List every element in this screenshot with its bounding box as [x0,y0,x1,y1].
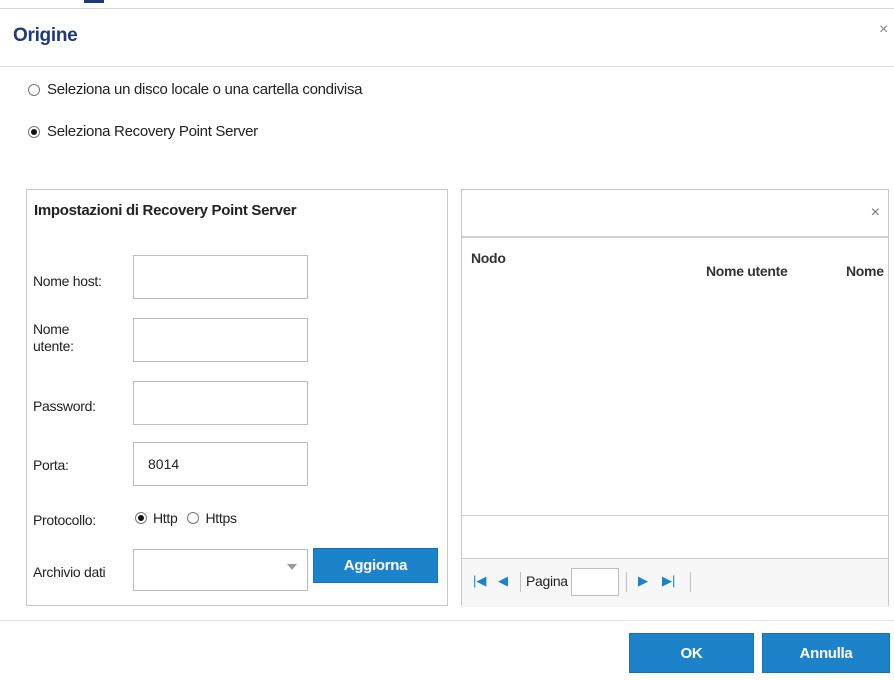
grid-body [462,298,888,514]
radio-https[interactable] [187,512,200,524]
top-strip-mark [84,0,104,3]
page-label: Pagina [526,573,568,589]
option-rps[interactable]: Seleziona Recovery Point Server [28,123,258,140]
https-label: Https [205,510,237,526]
user-label-line1: Nome [33,321,70,337]
node-grid-panel: × Nodo Nome utente Nome |◀ ◀ Pagina ▶ ▶| [461,189,889,607]
user-label-line2: utente: [33,338,74,354]
column-header-node[interactable]: Nodo [471,250,506,266]
option-local-disk[interactable]: Seleziona un disco locale o una cartella… [28,81,363,98]
grid-header: Nodo Nome utente Nome [462,238,888,299]
host-label: Nome host: [33,273,102,289]
radio-local-disk[interactable] [28,83,40,96]
radio-rps[interactable] [28,125,40,138]
close-icon[interactable]: × [879,21,888,39]
datastore-label: Archivio dati [33,564,106,580]
pager-divider [520,572,521,592]
column-header-name[interactable]: Nome [846,263,884,279]
top-strip [0,0,894,9]
option-local-disk-label: Seleziona un disco locale o una cartella… [47,81,363,98]
host-input[interactable] [133,255,308,299]
user-input[interactable] [133,318,308,362]
protocol-label: Protocollo: [33,512,96,528]
user-label: Nome utente: [33,321,74,355]
ok-button[interactable]: OK [629,633,754,673]
column-header-username[interactable]: Nome utente [706,263,788,279]
first-page-icon[interactable]: |◀ [473,573,486,589]
pager-divider [626,572,627,592]
page-input[interactable] [571,568,619,596]
footer-divider [0,620,894,621]
radio-http[interactable] [135,512,147,524]
rps-settings-panel: Impostazioni di Recovery Point Server No… [26,189,448,606]
chevron-down-icon[interactable] [287,564,297,570]
dialog-titlebar: Origine × [0,9,894,67]
option-rps-label: Seleziona Recovery Point Server [47,123,258,140]
last-page-icon[interactable]: ▶| [662,573,675,589]
clear-search-icon[interactable]: × [871,204,880,222]
password-input[interactable] [133,381,308,425]
pager-divider [690,572,691,592]
next-page-icon[interactable]: ▶ [638,573,648,589]
prev-page-icon[interactable]: ◀ [498,573,508,589]
node-search-input[interactable]: × [462,190,888,238]
grid-pager: |◀ ◀ Pagina ▶ ▶| [462,558,888,607]
cancel-button[interactable]: Annulla [762,633,890,673]
password-label: Password: [33,398,96,414]
port-input[interactable]: 8014 [133,442,308,486]
refresh-button[interactable]: Aggiorna [313,548,438,583]
port-label: Porta: [33,457,69,473]
http-label: Http [153,510,178,526]
grid-divider [462,515,888,516]
datastore-select[interactable] [133,549,308,591]
dialog-title: Origine [13,25,78,46]
protocol-options: Http Https [135,510,247,526]
rps-settings-title: Impostazioni di Recovery Point Server [34,202,297,219]
